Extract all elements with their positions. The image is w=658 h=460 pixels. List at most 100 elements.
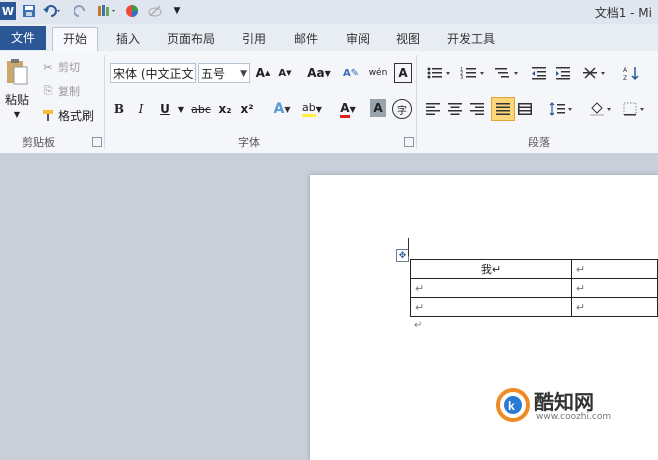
align-right-icon[interactable] xyxy=(468,99,486,119)
cut-icon: ✂ xyxy=(43,60,53,74)
italic-button[interactable]: I xyxy=(132,99,150,119)
distributed-align-icon[interactable] xyxy=(516,99,534,119)
paint-bucket-icon[interactable] xyxy=(588,99,616,119)
font-size-value: 五号 xyxy=(201,67,226,81)
font-group-label: 字体 xyxy=(238,136,260,149)
copy-icon: ⎘ xyxy=(43,84,53,97)
tab-file[interactable]: 文件 xyxy=(0,26,46,50)
table-row: ↵ ↵ xyxy=(410,278,658,298)
tab-home[interactable]: 开始 xyxy=(52,27,98,52)
copy-button[interactable]: 复制 xyxy=(58,83,88,99)
decrease-indent-icon[interactable] xyxy=(530,63,548,83)
strikethrough-button[interactable]: abc xyxy=(190,99,212,119)
title-bar: W ▼ 文档1 - Mi xyxy=(0,0,658,25)
phonetic-guide-icon[interactable]: wén xyxy=(368,63,388,83)
change-case-button[interactable]: Aa ▼ xyxy=(304,63,334,83)
align-center-icon[interactable] xyxy=(446,99,464,119)
text-effects-button[interactable]: A ▼ xyxy=(268,99,296,119)
underline-dropdown-icon[interactable]: ▼ xyxy=(176,99,186,119)
justify-icon[interactable] xyxy=(491,97,515,121)
cell-text: ↵ xyxy=(575,281,586,295)
redo-icon[interactable] xyxy=(72,2,90,20)
cell-text: ↵ xyxy=(415,281,425,295)
window-title: 文档1 - Mi xyxy=(594,6,652,20)
svg-text:k: k xyxy=(508,399,515,413)
ribbon-tab-bar: 开始 插入 页面布局 引用 邮件 审阅 视图 开发工具 xyxy=(0,24,658,52)
cell-text: ↵ xyxy=(415,300,425,314)
superscript-button[interactable]: x² xyxy=(238,99,256,119)
group-divider xyxy=(104,55,105,149)
font-name-select[interactable]: 宋体 (中文正文) xyxy=(110,63,196,83)
coozhi-logo-icon: k xyxy=(496,388,530,422)
character-border-button[interactable]: A xyxy=(394,63,412,83)
watermark-url: www.coozhi.com xyxy=(536,412,612,422)
save-icon[interactable] xyxy=(20,2,38,20)
format-brush-icon[interactable] xyxy=(94,2,120,20)
svg-text:A: A xyxy=(623,67,628,74)
table-cell[interactable]: ↵ xyxy=(570,259,658,279)
subscript-button[interactable]: x₂ xyxy=(216,99,234,119)
customize-toolbar-icon[interactable]: ▼ xyxy=(170,2,184,20)
clipboard-launcher-icon[interactable] xyxy=(92,137,102,147)
font-name-value: 宋体 (中文正文) xyxy=(113,67,196,81)
svg-text:Z: Z xyxy=(623,75,627,81)
disabled-tool-icon[interactable] xyxy=(146,2,164,20)
bold-button[interactable]: B xyxy=(110,99,128,119)
tab-view[interactable]: 视图 xyxy=(388,28,428,50)
table-cell[interactable]: 我↵ xyxy=(410,259,572,279)
cell-text: 我↵ xyxy=(480,263,502,276)
ribbon: 粘贴 ▼ ✂ 剪切 ⎘ 复制 格式刷 剪贴板 宋体 (中文正文) 五号 ▼ A ▲ … xyxy=(0,51,658,154)
clipboard-group-label: 剪贴板 xyxy=(22,136,55,149)
numbering-icon[interactable]: 123 xyxy=(458,63,488,83)
tab-review[interactable]: 审阅 xyxy=(338,28,378,50)
color-wheel-icon[interactable] xyxy=(124,2,140,20)
line-spacing-icon[interactable] xyxy=(548,99,576,119)
shrink-font-button[interactable]: A ▼ xyxy=(276,63,294,83)
document-table[interactable]: 我↵ ↵ ↵ ↵ ↵ ↵ xyxy=(410,259,658,317)
cut-button[interactable]: 剪切 xyxy=(58,59,88,75)
paste-button[interactable]: 粘贴 xyxy=(2,91,32,107)
undo-icon[interactable] xyxy=(40,2,64,20)
tab-references[interactable]: 引用 xyxy=(234,28,274,50)
table-cell[interactable]: ↵ xyxy=(570,297,658,317)
table-cell[interactable]: ↵ xyxy=(410,297,572,317)
text-cursor xyxy=(408,238,409,256)
cell-text: ↵ xyxy=(575,300,586,314)
paragraph-group-label: 段落 xyxy=(528,136,550,149)
sort-icon[interactable]: AZ xyxy=(622,63,642,83)
align-left-icon[interactable] xyxy=(424,99,442,119)
paste-icon[interactable] xyxy=(4,57,30,87)
enclose-characters-button[interactable]: 字 xyxy=(392,99,412,119)
borders-icon[interactable] xyxy=(622,99,650,119)
clear-formatting-icon[interactable]: A✎ xyxy=(342,63,360,83)
paragraph-mark: ↵ xyxy=(414,320,423,331)
tab-mailings[interactable]: 邮件 xyxy=(286,28,326,50)
svg-text:3: 3 xyxy=(460,75,463,80)
site-watermark: k 酷知网 www.coozhi.com xyxy=(496,386,626,426)
watermark-brand: 酷知网 xyxy=(534,390,594,414)
grow-font-button[interactable]: A ▲ xyxy=(254,63,272,83)
tab-developer[interactable]: 开发工具 xyxy=(440,28,502,50)
paste-dropdown-icon[interactable]: ▼ xyxy=(10,109,24,119)
table-row: ↵ ↵ xyxy=(410,297,658,317)
format-painter-button[interactable]: 格式刷 xyxy=(58,107,100,123)
group-divider xyxy=(416,55,417,149)
chevron-down-icon: ▼ xyxy=(240,69,247,79)
font-color-button[interactable]: A ▼ xyxy=(334,99,362,119)
table-cell[interactable]: ↵ xyxy=(570,278,658,298)
highlight-button[interactable]: ab ▼ xyxy=(298,99,326,119)
character-shading-button[interactable]: A xyxy=(370,99,386,117)
font-size-select[interactable]: 五号 ▼ xyxy=(198,63,250,83)
format-painter-icon xyxy=(40,107,56,123)
table-cell[interactable]: ↵ xyxy=(410,278,572,298)
tab-insert[interactable]: 插入 xyxy=(108,28,148,50)
tab-page-layout[interactable]: 页面布局 xyxy=(160,28,222,50)
word-logo-icon[interactable]: W xyxy=(0,2,16,20)
chinese-layout-icon[interactable] xyxy=(582,63,610,83)
table-row: 我↵ ↵ xyxy=(410,259,658,279)
font-launcher-icon[interactable] xyxy=(404,137,414,147)
bullets-icon[interactable] xyxy=(424,63,454,83)
increase-indent-icon[interactable] xyxy=(554,63,572,83)
multilevel-list-icon[interactable] xyxy=(492,63,522,83)
underline-button[interactable]: U xyxy=(156,99,174,119)
